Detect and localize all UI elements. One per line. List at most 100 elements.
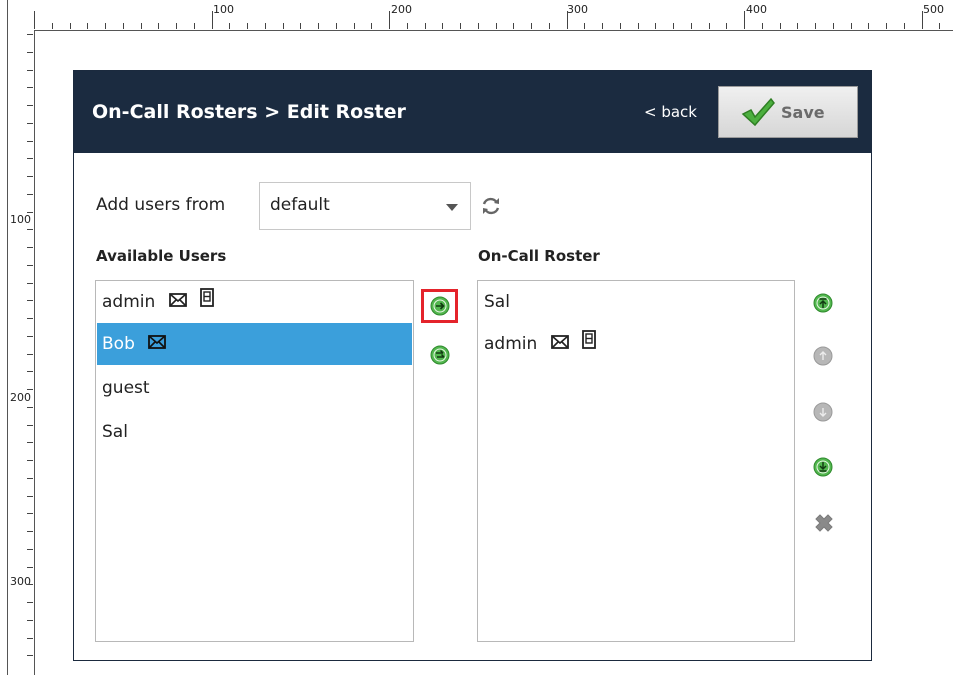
arrow-double-right-icon	[430, 345, 450, 365]
move-to-bottom-icon	[813, 457, 833, 477]
ruler-tick	[27, 158, 33, 160]
ruler-tick	[211, 11, 213, 29]
phone-icon	[200, 281, 214, 323]
ruler-label-300: 300	[567, 3, 588, 16]
ruler-tick	[27, 105, 33, 106]
ruler-tick	[282, 23, 284, 29]
ruler-tick	[690, 23, 692, 29]
ruler-tick	[903, 23, 905, 29]
arrow-right-icon	[430, 296, 450, 316]
ruler-tick	[34, 11, 35, 29]
ruler-tick	[602, 23, 603, 29]
edit-roster-panel: On-Call Rosters > Edit Roster < back Sav…	[73, 70, 872, 661]
user-name: Sal	[484, 292, 510, 312]
user-name: admin	[102, 292, 156, 312]
ruler-tick	[477, 23, 479, 29]
ruler-tick	[406, 23, 408, 29]
ruler-tick	[832, 23, 834, 29]
ruler-tick	[69, 23, 71, 29]
ruler-tick	[87, 23, 89, 29]
ruler-tick	[27, 619, 33, 621]
ruler-tick	[868, 23, 870, 29]
ruler-tick	[27, 229, 33, 231]
ruler-tick	[371, 23, 373, 29]
remove-button[interactable]	[812, 511, 836, 539]
ruler-tick	[886, 23, 887, 29]
ruler-tick	[815, 23, 816, 29]
move-bottom-button[interactable]	[813, 457, 833, 481]
add-all-button[interactable]	[430, 345, 450, 369]
ruler-tick	[27, 34, 33, 35]
arrow-up-icon	[813, 346, 833, 366]
ruler-tick	[176, 23, 177, 29]
ruler-label-100: 100	[213, 3, 234, 16]
arrow-down-icon	[813, 402, 833, 422]
refresh-icon[interactable]	[480, 195, 502, 221]
save-label: Save	[781, 103, 825, 122]
ruler-tick	[300, 23, 302, 29]
ruler-tick	[850, 23, 852, 29]
ruler-tick	[122, 23, 124, 29]
roster-item-admin[interactable]: admin	[479, 323, 793, 365]
ruler-tick	[779, 23, 781, 29]
ruler-tick	[442, 23, 444, 29]
ruler-tick	[27, 69, 33, 71]
ruler-tick	[247, 23, 248, 29]
list-item-guest[interactable]: guest	[97, 367, 412, 409]
ruler-tick	[27, 371, 33, 373]
add-selected-button[interactable]	[430, 296, 450, 320]
roster-item-sal[interactable]: Sal	[479, 281, 793, 323]
ruler-tick	[27, 548, 33, 550]
panel-header: On-Call Rosters > Edit Roster < back Sav…	[74, 71, 871, 153]
ruler-tick	[27, 655, 33, 657]
available-users-list[interactable]: admin Bob guest Sal	[95, 280, 414, 642]
horizontal-ruler: 100 200 300 400 500	[8, 0, 953, 31]
user-source-select[interactable]: default	[259, 182, 471, 230]
move-down-button[interactable]	[813, 402, 833, 426]
on-call-roster-list[interactable]: Sal admin	[477, 280, 795, 642]
ruler-tick	[27, 460, 33, 461]
email-icon	[168, 281, 187, 323]
move-up-button[interactable]	[813, 346, 833, 370]
ruler-tick	[726, 23, 728, 29]
move-top-button[interactable]	[813, 293, 833, 317]
ruler-tick	[495, 23, 497, 29]
ruler-tick	[637, 23, 639, 29]
ruler-tick	[531, 23, 532, 29]
list-item-bob[interactable]: Bob	[97, 323, 412, 365]
back-link[interactable]: < back	[644, 103, 697, 121]
ruler-tick	[27, 300, 33, 302]
ruler-tick	[548, 23, 550, 29]
ruler-tick	[424, 23, 426, 29]
ruler-tick	[27, 140, 33, 142]
ruler-tick	[673, 23, 674, 29]
close-icon	[815, 514, 833, 532]
ruler-tick	[761, 23, 763, 29]
available-users-heading: Available Users	[96, 247, 227, 265]
list-item-sal[interactable]: Sal	[97, 411, 412, 453]
ruler-tick	[744, 11, 745, 29]
user-name: Sal	[102, 422, 128, 442]
list-item-admin[interactable]: admin	[97, 281, 412, 323]
ruler-tick	[264, 23, 266, 29]
ruler-tick	[27, 477, 33, 479]
ruler-tick	[584, 23, 586, 29]
ruler-vlabel-100: 100	[10, 213, 31, 226]
ruler-vlabel-300: 300	[10, 575, 31, 588]
ruler-label-200: 200	[391, 3, 412, 16]
ruler-tick	[27, 211, 33, 213]
user-name: guest	[102, 378, 150, 398]
ruler-tick	[389, 11, 390, 29]
ruler-tick	[27, 282, 33, 284]
on-call-roster-heading: On-Call Roster	[478, 247, 600, 265]
ruler-tick	[353, 23, 355, 29]
save-button[interactable]: Save	[718, 86, 858, 138]
ruler-tick	[27, 442, 33, 444]
ruler-tick	[566, 11, 568, 29]
ruler-tick	[27, 122, 33, 124]
ruler-label-500: 500	[923, 3, 944, 16]
ruler-vlabel-200: 200	[10, 391, 31, 404]
ruler-tick	[655, 23, 657, 29]
ruler-tick	[27, 193, 33, 195]
ruler-tick	[27, 51, 33, 53]
